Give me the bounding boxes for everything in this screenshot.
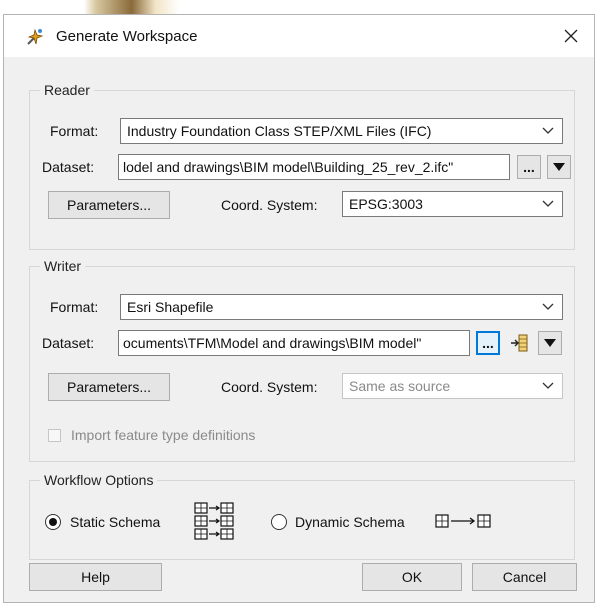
writer-format-label: Format: — [50, 299, 99, 315]
reader-group-label: Reader — [40, 82, 94, 98]
reader-group: Reader Format: Industry Foundation Class… — [29, 82, 575, 250]
writer-group: Writer Format: Esri Shapefile Dataset: o… — [29, 258, 575, 462]
ok-button-label: OK — [401, 569, 423, 585]
writer-dataset-menu-button[interactable] — [538, 331, 562, 355]
reader-dataset-label: Dataset: — [42, 159, 95, 175]
writer-coord-value: Same as source — [349, 378, 451, 394]
writer-group-label: Writer — [40, 258, 86, 274]
writer-browse-label: ... — [482, 335, 494, 351]
workflow-options-group: Workflow Options Static Schema Dynamic S… — [29, 472, 575, 560]
static-schema-icon — [194, 502, 234, 540]
writer-browse-button[interactable]: ... — [476, 331, 500, 355]
static-schema-label: Static Schema — [70, 514, 161, 530]
help-button-label: Help — [81, 569, 110, 585]
static-schema-radio[interactable] — [45, 514, 61, 530]
help-button[interactable]: Help — [29, 563, 162, 591]
dynamic-schema-icon — [435, 514, 491, 528]
reader-coord-value: EPSG:3003 — [349, 196, 423, 212]
reader-format-select[interactable]: Industry Foundation Class STEP/XML Files… — [120, 118, 563, 144]
reader-browse-button[interactable]: ... — [517, 155, 541, 179]
dropdown-arrow-icon — [544, 339, 556, 347]
writer-dataset-label: Dataset: — [42, 335, 95, 351]
window-title: Generate Workspace — [56, 28, 198, 45]
writer-feature-type-button[interactable] — [508, 331, 532, 355]
chevron-down-icon — [542, 303, 554, 310]
title-bar: Generate Workspace — [4, 15, 594, 57]
workflow-options-label: Workflow Options — [40, 472, 158, 488]
chevron-down-icon — [542, 127, 554, 134]
import-feature-types-label: Import feature type definitions — [71, 427, 256, 443]
reader-dataset-input[interactable]: lodel and drawings\BIM model\Building_25… — [118, 154, 510, 180]
writer-parameters-button[interactable]: Parameters... — [48, 373, 170, 401]
reader-coord-select[interactable]: EPSG:3003 — [342, 191, 563, 217]
chevron-down-icon — [542, 382, 554, 389]
generate-workspace-dialog: Generate Workspace Reader Format: Indust… — [3, 14, 595, 603]
background-strip — [0, 0, 599, 14]
writer-format-value: Esri Shapefile — [127, 299, 214, 315]
reader-dataset-value: lodel and drawings\BIM model\Building_25… — [123, 159, 454, 175]
dynamic-schema-radio[interactable] — [271, 514, 287, 530]
reader-parameters-label: Parameters... — [66, 197, 152, 213]
fme-app-icon — [27, 28, 44, 45]
import-feature-types-checkbox[interactable] — [48, 429, 61, 442]
dropdown-arrow-icon — [553, 163, 565, 171]
cancel-button-label: Cancel — [502, 569, 547, 585]
reader-format-value: Industry Foundation Class STEP/XML Files… — [127, 123, 432, 139]
close-icon — [564, 29, 578, 43]
writer-format-select[interactable]: Esri Shapefile — [120, 294, 563, 320]
reader-parameters-button[interactable]: Parameters... — [48, 191, 170, 219]
chevron-down-icon — [542, 200, 554, 207]
close-button[interactable] — [548, 15, 594, 57]
writer-dataset-input[interactable]: ocuments\TFM\Model and drawings\BIM mode… — [118, 330, 470, 356]
reader-format-label: Format: — [50, 123, 99, 139]
ok-button[interactable]: OK — [362, 563, 462, 591]
writer-dataset-value: ocuments\TFM\Model and drawings\BIM mode… — [123, 335, 422, 351]
writer-coord-select[interactable]: Same as source — [342, 373, 563, 399]
writer-coord-label: Coord. System: — [221, 379, 318, 395]
reader-coord-label: Coord. System: — [221, 197, 318, 213]
reader-browse-label: ... — [523, 159, 535, 175]
dynamic-schema-label: Dynamic Schema — [295, 514, 405, 530]
cancel-button[interactable]: Cancel — [472, 563, 577, 591]
writer-parameters-label: Parameters... — [66, 379, 152, 395]
feature-type-icon — [511, 334, 528, 352]
reader-dataset-menu-button[interactable] — [547, 155, 571, 179]
